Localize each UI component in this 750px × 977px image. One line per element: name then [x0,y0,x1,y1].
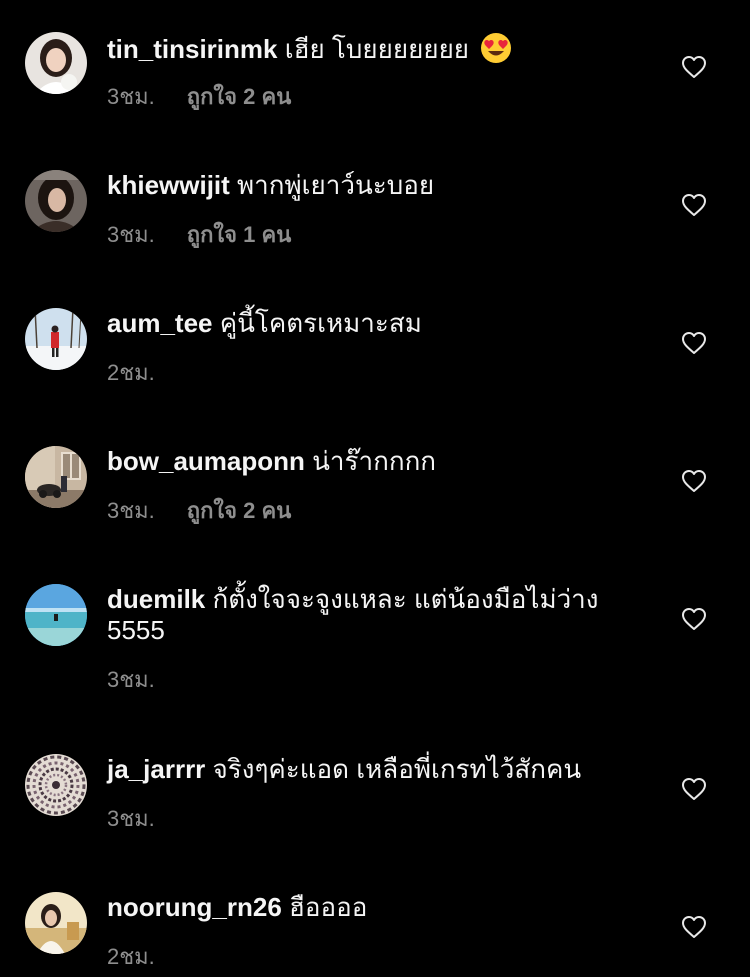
comment-text: aum_tee คู่นี้โคตรเหมาะสม [107,308,647,339]
comment-time: 3ชม. [107,222,155,247]
comment-meta: 3ชม. ถูกใจ 1 คน [107,222,291,248]
comment-text: tin_tinsirinmk เฮีย โบยยยยยยย [107,32,647,65]
heart-outline-icon[interactable] [681,915,707,939]
avatar[interactable] [25,32,87,94]
comment-likes[interactable]: ถูกใจ 2 คน [187,498,292,523]
comment-text: duemilk ก้ตั้งใจจะจูงแหละ แต่น้องมือไม่ว… [107,584,647,646]
comment-message: พากพู่เยาว์นะบอย [237,170,435,200]
heart-outline-icon[interactable] [681,331,707,355]
comment-meta: 3ชม. [107,806,155,832]
comment-text: khiewwijit พากพู่เยาว์นะบอย [107,170,647,201]
comment-meta: 2ชม. [107,944,155,970]
comment-username[interactable]: bow_aumaponn [107,446,305,476]
comment-username[interactable]: ja_jarrrr [107,754,205,784]
comment-message: คู่นี้โคตรเหมาะสม [219,308,422,338]
comment-time: 3ชม. [107,84,155,109]
avatar[interactable] [25,308,87,370]
heart-outline-icon[interactable] [681,607,707,631]
avatar[interactable] [25,892,87,954]
avatar[interactable] [25,446,87,508]
comment-username[interactable]: noorung_rn26 [107,892,282,922]
comment-time: 3ชม. [107,498,155,523]
avatar[interactable] [25,754,87,816]
avatar[interactable] [25,170,87,232]
comment-text: ja_jarrrr จริงๆค่ะแอด เหลือพี่เกรทไว้สัก… [107,754,647,785]
heart-outline-icon[interactable] [681,193,707,217]
heart-outline-icon[interactable] [681,469,707,493]
comment-likes[interactable]: ถูกใจ 1 คน [187,222,292,247]
comment-time: 2ชม. [107,944,155,969]
heart-eyes-emoji-icon [480,32,512,64]
comment-meta: 3ชม. ถูกใจ 2 คน [107,84,291,110]
heart-outline-icon[interactable] [681,55,707,79]
comment-username[interactable]: aum_tee [107,308,213,338]
comment-time: 3ชม. [107,806,155,831]
comment-text: noorung_rn26 ฮืออออ [107,892,647,923]
comment-message: ฮืออออ [289,892,368,922]
comment-username[interactable]: khiewwijit [107,170,230,200]
comment-message: น่าร๊ากกกก [312,446,437,476]
comment-message: จริงๆค่ะแอด เหลือพี่เกรทไว้สักคน [212,754,582,784]
comment-meta: 3ชม. [107,667,155,693]
comment-time: 3ชม. [107,667,155,692]
heart-outline-icon[interactable] [681,777,707,801]
comment-message: เฮีย โบยยยยยยย [284,34,470,64]
comment-time: 2ชม. [107,360,155,385]
comment-meta: 2ชม. [107,360,155,386]
comment-meta: 3ชม. ถูกใจ 2 คน [107,498,291,524]
avatar[interactable] [25,584,87,646]
comment-text: bow_aumaponn น่าร๊ากกกก [107,446,647,477]
comment-username[interactable]: tin_tinsirinmk [107,34,277,64]
comment-username[interactable]: duemilk [107,584,205,614]
comment-likes[interactable]: ถูกใจ 2 คน [187,84,292,109]
